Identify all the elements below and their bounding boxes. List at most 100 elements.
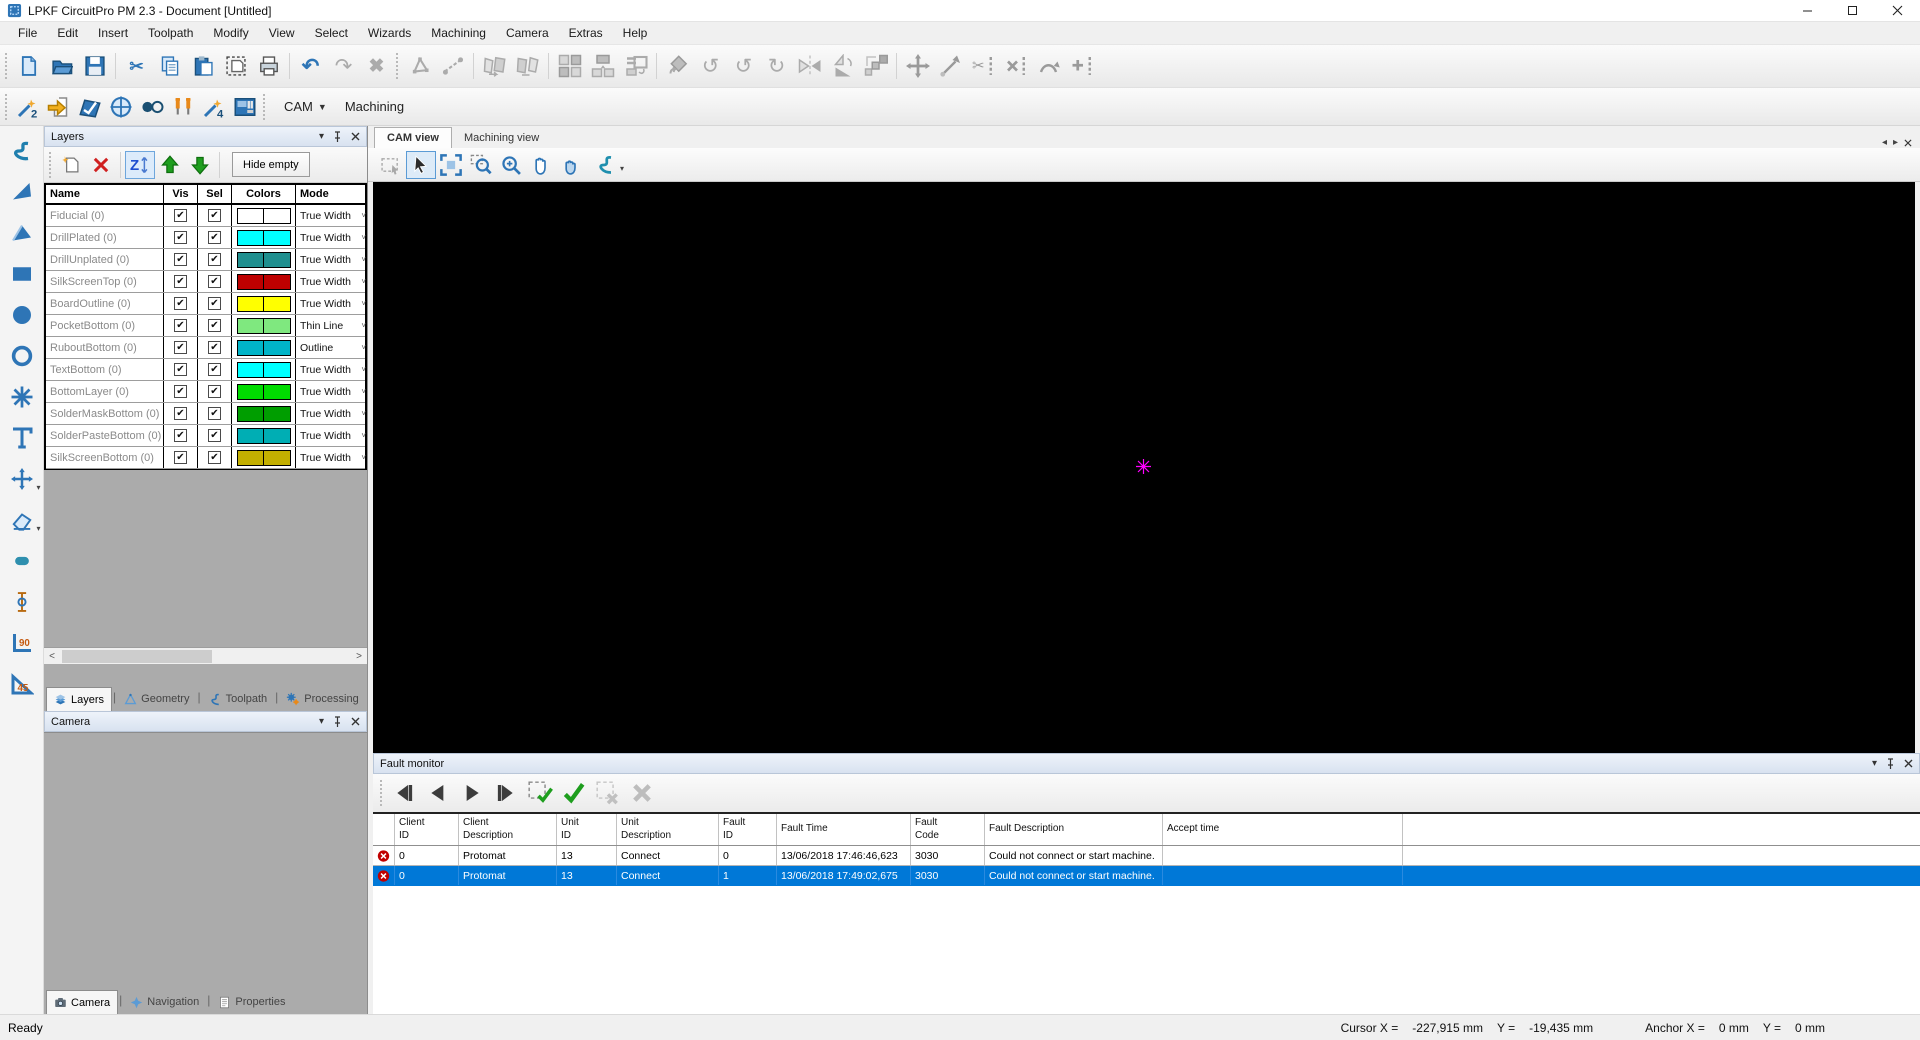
layer-visible-checkbox[interactable]: ✔ xyxy=(164,337,198,358)
tab-machining-view[interactable]: Machining view xyxy=(452,127,551,148)
layer-mode-dropdown[interactable]: True Width˅ xyxy=(296,447,368,468)
tab-camera[interactable]: Camera xyxy=(46,990,118,1014)
chevron-down-icon[interactable]: ˅ xyxy=(361,277,366,286)
column-name[interactable]: Name xyxy=(46,185,164,203)
layer-color-swatch[interactable] xyxy=(232,381,296,402)
layer-row[interactable]: Fiducial (0) ✔ ✔ True Width˅ xyxy=(46,205,365,227)
pin-icon[interactable] xyxy=(333,716,342,727)
fault-monitor-header[interactable]: Fault monitor ▾ xyxy=(373,753,1920,774)
toolpath-display-icon[interactable]: ▾ xyxy=(586,151,626,179)
spline-icon[interactable] xyxy=(5,136,39,166)
zoom-fit-icon[interactable] xyxy=(436,151,466,179)
chevron-down-icon[interactable]: ▾ xyxy=(319,716,324,727)
chevron-down-icon[interactable]: ▼ xyxy=(318,102,327,112)
menu-help[interactable]: Help xyxy=(613,23,658,43)
layer-row[interactable]: DrillUnplated (0) ✔ ✔ True Width˅ xyxy=(46,249,365,271)
layers-panel-header[interactable]: Layers ▾ xyxy=(44,126,367,147)
menu-file[interactable]: File xyxy=(8,23,47,43)
tab-geometry[interactable]: Geometry xyxy=(117,687,196,711)
zoom-dynamic-icon[interactable] xyxy=(496,151,526,179)
fiducial-icon[interactable] xyxy=(105,91,136,122)
fault-row-selected[interactable]: 0 Protomat 13 Connect 1 13/06/2018 17:49… xyxy=(373,866,1920,886)
layer-select-checkbox[interactable]: ✔ xyxy=(198,447,232,468)
layer-select-checkbox[interactable]: ✔ xyxy=(198,205,232,226)
eraser-icon[interactable]: ▾ xyxy=(5,505,39,535)
layer-mode-dropdown[interactable]: True Width˅ xyxy=(296,293,368,314)
chevron-down-icon[interactable]: ˅ xyxy=(361,255,366,264)
text-icon[interactable] xyxy=(5,423,39,453)
copy-special-icon[interactable] xyxy=(219,50,252,83)
flash-icon[interactable] xyxy=(5,382,39,412)
cam-view-canvas[interactable] xyxy=(373,182,1915,753)
column-fault-description[interactable]: Fault Description xyxy=(985,814,1163,845)
close-icon[interactable] xyxy=(351,717,360,726)
chevron-down-icon[interactable]: ˅ xyxy=(361,211,366,220)
column-sel[interactable]: Sel xyxy=(198,185,232,203)
last-fault-icon[interactable] xyxy=(489,777,523,809)
layer-visible-checkbox[interactable]: ✔ xyxy=(164,403,198,424)
layer-mode-dropdown[interactable]: True Width˅ xyxy=(296,425,368,446)
menu-toolpath[interactable]: Toolpath xyxy=(138,23,203,43)
layer-visible-checkbox[interactable]: ✔ xyxy=(164,425,198,446)
layer-visible-checkbox[interactable]: ✔ xyxy=(164,315,198,336)
tab-scroll-left-icon[interactable]: ◂ xyxy=(1882,137,1887,148)
layer-select-checkbox[interactable]: ✔ xyxy=(198,271,232,292)
tab-layers[interactable]: Layers xyxy=(46,687,112,711)
move-down-icon[interactable] xyxy=(185,151,215,179)
chevron-down-icon[interactable]: ˅ xyxy=(361,233,366,242)
board-production-wizard-icon[interactable]: 4 xyxy=(198,91,229,122)
layer-row[interactable]: BottomLayer (0) ✔ ✔ True Width˅ xyxy=(46,381,365,403)
layer-select-checkbox[interactable]: ✔ xyxy=(198,403,232,424)
machining-head-icon[interactable] xyxy=(229,91,260,122)
chevron-down-icon[interactable]: ˅ xyxy=(361,365,366,374)
layer-color-swatch[interactable] xyxy=(232,315,296,336)
new-icon[interactable] xyxy=(12,50,45,83)
layer-select-checkbox[interactable]: ✔ xyxy=(198,293,232,314)
angle-90-icon[interactable]: 90 xyxy=(5,628,39,658)
column-mode[interactable]: Mode xyxy=(296,185,368,203)
pin-icon[interactable] xyxy=(1886,758,1895,769)
layer-color-swatch[interactable] xyxy=(232,227,296,248)
layer-select-checkbox[interactable]: ✔ xyxy=(198,381,232,402)
toolbar-grip[interactable] xyxy=(380,780,382,806)
circle-filled-icon[interactable] xyxy=(5,300,39,330)
first-fault-icon[interactable] xyxy=(387,777,421,809)
layer-select-checkbox[interactable]: ✔ xyxy=(198,227,232,248)
accept-all-icon[interactable] xyxy=(557,777,591,809)
layer-visible-checkbox[interactable]: ✔ xyxy=(164,227,198,248)
hide-empty-button[interactable]: Hide empty xyxy=(232,152,310,177)
layer-visible-checkbox[interactable]: ✔ xyxy=(164,381,198,402)
chevron-down-icon[interactable]: ˅ xyxy=(361,343,366,352)
accept-selected-icon[interactable] xyxy=(523,777,557,809)
tab-scroll-right-icon[interactable]: ▸ xyxy=(1893,137,1898,148)
import-icon[interactable] xyxy=(43,91,74,122)
layer-row[interactable]: SolderMaskBottom (0) ✔ ✔ True Width˅ xyxy=(46,403,365,425)
layer-select-checkbox[interactable]: ✔ xyxy=(198,425,232,446)
previous-fault-icon[interactable] xyxy=(421,777,455,809)
column-fault-id[interactable]: FaultID xyxy=(719,814,777,845)
close-button[interactable] xyxy=(1875,0,1920,21)
layer-visible-checkbox[interactable]: ✔ xyxy=(164,447,198,468)
chevron-down-icon[interactable]: ▾ xyxy=(1872,758,1877,769)
chevron-down-icon[interactable]: ˅ xyxy=(361,453,366,462)
layer-color-swatch[interactable] xyxy=(232,447,296,468)
horizontal-scrollbar[interactable]: < > xyxy=(44,647,367,664)
layer-mode-dropdown[interactable]: True Width˅ xyxy=(296,403,368,424)
layer-visible-checkbox[interactable]: ✔ xyxy=(164,359,198,380)
layer-row[interactable]: TextBottom (0) ✔ ✔ True Width˅ xyxy=(46,359,365,381)
layer-row[interactable]: PocketBottom (0) ✔ ✔ Thin Line˅ xyxy=(46,315,365,337)
toolbar-grip[interactable] xyxy=(5,53,7,79)
column-colors[interactable]: Colors xyxy=(232,185,296,203)
angle-45-icon[interactable]: 45 xyxy=(5,669,39,699)
layer-color-swatch[interactable] xyxy=(232,205,296,226)
layer-color-swatch[interactable] xyxy=(232,293,296,314)
menu-machining[interactable]: Machining xyxy=(421,23,496,43)
pan-icon[interactable] xyxy=(526,151,556,179)
column-fault-time[interactable]: Fault Time xyxy=(777,814,911,845)
tab-processing[interactable]: Processing xyxy=(279,687,365,711)
next-fault-icon[interactable] xyxy=(455,777,489,809)
zoom-window-icon[interactable] xyxy=(466,151,496,179)
layer-select-checkbox[interactable]: ✔ xyxy=(198,359,232,380)
scrollbar-thumb[interactable] xyxy=(62,650,212,663)
transform-icon[interactable]: ▾ xyxy=(5,464,39,494)
